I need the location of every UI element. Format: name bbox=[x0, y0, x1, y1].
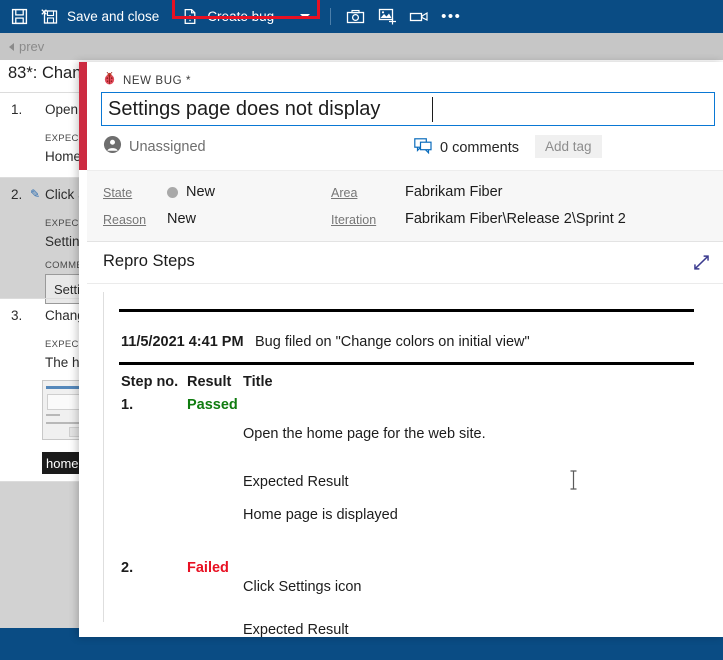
top-toolbar: Save and close Create bug ••• bbox=[0, 0, 723, 33]
text-caret bbox=[432, 97, 433, 122]
column-header-step-no: Step no. bbox=[121, 374, 179, 390]
person-avatar-icon bbox=[103, 135, 122, 159]
reason-label: Reason bbox=[103, 213, 147, 227]
column-header-title: Title bbox=[243, 374, 273, 390]
repro-step-result: Failed bbox=[187, 560, 229, 576]
pencil-edit-icon[interactable]: ✎ bbox=[30, 187, 40, 201]
repro-step-number: 1. bbox=[121, 397, 134, 413]
state-value[interactable]: New bbox=[186, 184, 215, 200]
prev-navigation-bar[interactable]: prev bbox=[0, 33, 723, 60]
repro-step-number: 2. bbox=[121, 560, 134, 576]
new-bug-dialog: NEW BUG * Unassigned bbox=[79, 62, 723, 637]
video-camera-icon bbox=[409, 7, 429, 27]
more-options-button[interactable]: ••• bbox=[435, 0, 467, 33]
background-step-number: 1. bbox=[11, 102, 23, 117]
video-record-button[interactable] bbox=[403, 0, 435, 33]
background-step-number: 3. bbox=[11, 308, 23, 323]
assigned-to-field[interactable]: Unassigned bbox=[103, 135, 206, 159]
area-label: Area bbox=[331, 186, 358, 200]
image-action-button[interactable] bbox=[371, 0, 403, 33]
toolbar-separator bbox=[330, 8, 332, 25]
screenshot-button[interactable] bbox=[339, 0, 371, 33]
dialog-fields-strip: State New Reason New Area Fabrikam Fiber… bbox=[87, 170, 723, 242]
rule-bottom bbox=[119, 362, 694, 365]
dialog-content: NEW BUG * Unassigned bbox=[87, 62, 723, 637]
new-bug-label: NEW BUG * bbox=[123, 75, 192, 87]
repro-expected-label: Expected Result bbox=[243, 622, 349, 637]
repro-expected-value: Home page is displayed bbox=[243, 507, 398, 523]
column-header-result: Result bbox=[187, 374, 232, 390]
save-and-close-label: Save and close bbox=[67, 9, 160, 24]
state-label: State bbox=[103, 186, 133, 200]
iteration-label: Iteration bbox=[331, 213, 377, 227]
ladybug-icon bbox=[103, 71, 116, 90]
prev-label[interactable]: prev bbox=[19, 39, 44, 54]
comments-link[interactable]: 0 comments bbox=[414, 136, 519, 160]
image-action-icon bbox=[377, 7, 397, 27]
background-step-number: 2. bbox=[11, 187, 23, 202]
repro-filed-on: Bug filed on "Change colors on initial v… bbox=[255, 334, 530, 350]
chevron-left-icon bbox=[9, 42, 14, 51]
repro-step-title: Open the home page for the web site. bbox=[243, 426, 486, 442]
new-bug-breadcrumb: NEW BUG * bbox=[103, 71, 192, 90]
create-bug-button[interactable]: Create bug bbox=[172, 0, 321, 33]
background-comment-label: COMME bbox=[45, 260, 83, 271]
repro-expected-label: Expected Result bbox=[243, 474, 349, 490]
bug-title-input[interactable] bbox=[101, 92, 715, 126]
reason-value[interactable]: New bbox=[167, 211, 196, 227]
state-status-dot bbox=[167, 187, 178, 198]
save-and-close-icon bbox=[40, 7, 60, 27]
chevron-down-icon[interactable] bbox=[300, 14, 311, 19]
repro-step-title: Click Settings icon bbox=[243, 579, 362, 595]
repro-steps-title: Repro Steps bbox=[103, 252, 195, 270]
bug-document-icon bbox=[180, 7, 200, 27]
dialog-accent-bar bbox=[79, 62, 87, 170]
save-icon bbox=[9, 7, 29, 27]
comment-bubble-icon bbox=[414, 137, 432, 159]
dialog-header: NEW BUG * Unassigned bbox=[87, 62, 723, 170]
background-expected-value: Home bbox=[45, 149, 82, 164]
save-and-close-button[interactable]: Save and close bbox=[33, 0, 166, 33]
iteration-value[interactable]: Fabrikam Fiber\Release 2\Sprint 2 bbox=[405, 211, 626, 227]
repro-datetime: 11/5/2021 4:41 PM bbox=[121, 334, 244, 350]
rule-top bbox=[119, 309, 694, 312]
comments-count-label: 0 comments bbox=[440, 140, 519, 156]
save-button[interactable] bbox=[0, 0, 33, 33]
repro-steps-header: Repro Steps bbox=[87, 242, 723, 284]
camera-icon bbox=[345, 7, 365, 27]
create-bug-label: Create bug bbox=[207, 9, 275, 24]
expand-diagonal-icon[interactable] bbox=[692, 253, 712, 273]
more-options-icon: ••• bbox=[441, 8, 462, 25]
area-value[interactable]: Fabrikam Fiber bbox=[405, 184, 503, 200]
add-tag-button[interactable]: Add tag bbox=[535, 135, 602, 158]
assigned-to-value: Unassigned bbox=[129, 139, 206, 155]
repro-step-result: Passed bbox=[187, 397, 238, 413]
repro-steps-content[interactable]: 11/5/2021 4:41 PM Bug filed on "Change c… bbox=[103, 292, 709, 637]
